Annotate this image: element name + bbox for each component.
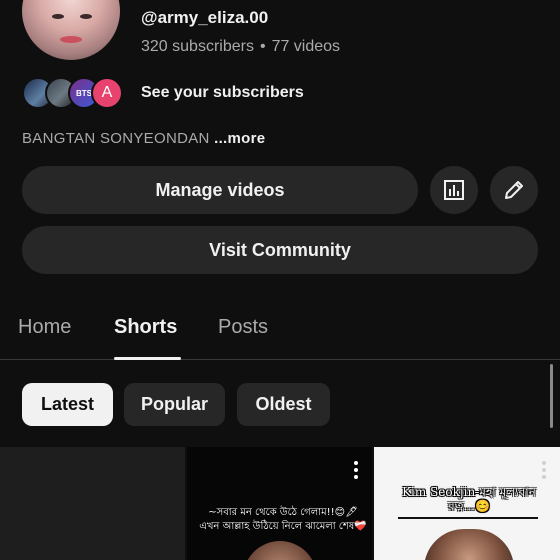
short-thumbnail-2[interactable]: ~সবার মন থেকে উঠে গেলাম!!😊🖋 এখন আল্লাহ উ…	[187, 447, 372, 560]
bts-logo-text: BTS	[76, 88, 92, 98]
short-caption-line2: এখন আল্লাহ উঠিয়ে নিলে ঝামেলা শেষ❤️‍🩹	[199, 521, 367, 532]
subscriber-count: 320 subscribers	[141, 38, 254, 55]
avatar-letter: A	[101, 84, 113, 101]
channel-stats: 320 subscribers • 77 videos	[141, 38, 340, 56]
channel-tabs: Home Shorts Posts	[0, 306, 560, 360]
edit-channel-button[interactable]	[490, 166, 538, 214]
more-options-icon[interactable]	[354, 461, 358, 479]
channel-handle: @army_eliza.00	[141, 8, 269, 27]
subscriber-avatar-letter: A	[91, 77, 123, 109]
visit-community-button[interactable]: Visit Community	[22, 226, 538, 274]
analytics-button[interactable]	[430, 166, 478, 214]
avatar-eye-right	[80, 14, 92, 19]
stats-separator: •	[259, 38, 266, 55]
bar-chart-icon	[444, 180, 464, 200]
tab-posts[interactable]: Posts	[218, 316, 268, 339]
short-thumbnail-image	[243, 541, 317, 560]
filter-popular-chip[interactable]: Popular	[124, 383, 225, 426]
more-link[interactable]: ...more	[214, 130, 265, 147]
see-subscribers-link[interactable]: See your subscribers	[141, 84, 304, 102]
subscriber-avatars[interactable]: BTS A	[22, 76, 123, 110]
scrollbar[interactable]	[550, 364, 553, 428]
channel-description[interactable]: BANGTAN SONYEONDAN ...more	[22, 130, 265, 147]
short-thumbnail-3[interactable]: Kim Seokjin-মহা মূল্যবান রত্ন...😊	[374, 447, 560, 560]
short-thumbnail-1[interactable]	[0, 447, 185, 560]
description-text: BANGTAN SONYEONDAN	[22, 130, 210, 147]
divider-line	[398, 517, 538, 519]
avatar-lips	[60, 36, 82, 43]
filter-latest-chip[interactable]: Latest	[22, 383, 113, 426]
active-tab-indicator	[114, 357, 181, 360]
short-thumbnail-image	[424, 529, 514, 560]
filter-oldest-chip[interactable]: Oldest	[237, 383, 330, 426]
tab-home[interactable]: Home	[18, 316, 71, 339]
avatar-eye-left	[52, 14, 64, 19]
pencil-icon	[505, 181, 523, 199]
tab-shorts[interactable]: Shorts	[114, 316, 177, 339]
channel-avatar[interactable]	[22, 0, 120, 60]
video-count: 77 videos	[271, 38, 341, 55]
short-title-text: Kim Seokjin-মহা মূল্যবান রত্ন...😊	[402, 485, 536, 513]
more-options-icon[interactable]	[542, 461, 546, 479]
visit-community-label: Visit Community	[209, 239, 351, 260]
manage-videos-button[interactable]: Manage videos	[22, 166, 418, 214]
manage-videos-label: Manage videos	[155, 179, 285, 200]
